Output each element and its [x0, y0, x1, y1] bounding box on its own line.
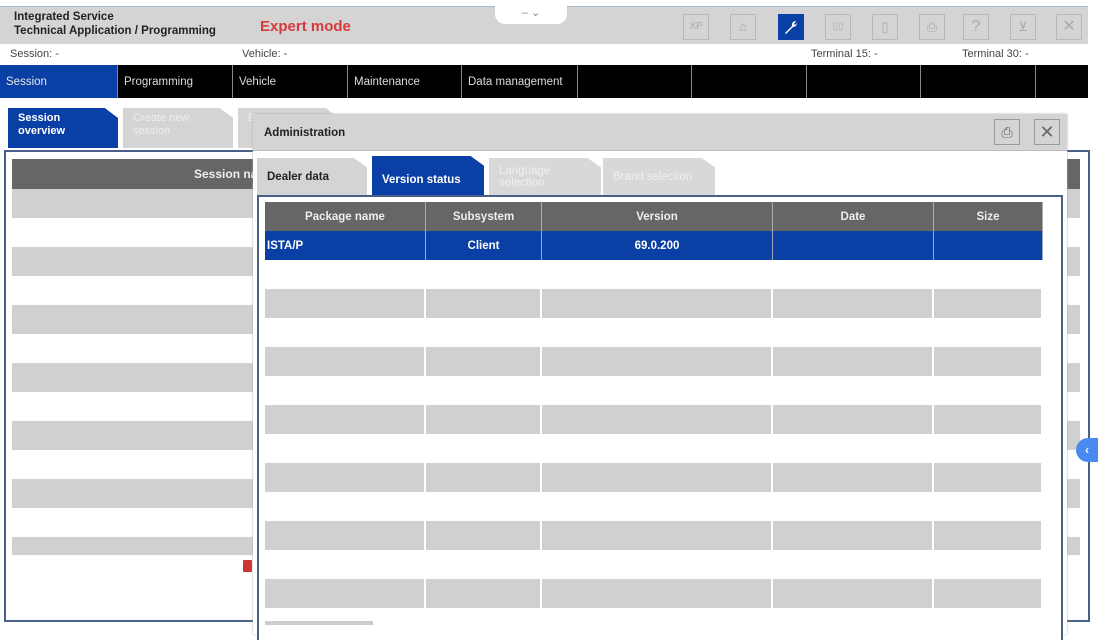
help-icon[interactable]: ?	[963, 14, 989, 40]
dialog-title-bar: Administration ⎙ ✕	[253, 114, 1067, 151]
column-header-size[interactable]: Size	[934, 202, 1043, 231]
cell-package-name: ISTA/P	[265, 231, 426, 260]
table-row[interactable]	[265, 550, 1043, 579]
version-status-panel: Package name Subsystem Version Date Size…	[257, 195, 1063, 640]
title-bar: Integrated Service Technical Application…	[0, 6, 1088, 44]
tab-version-status[interactable]: Version status	[372, 156, 484, 195]
cell-size	[934, 231, 1043, 260]
tab-dealer-data[interactable]: Dealer data	[257, 158, 367, 195]
close-icon[interactable]: ✕	[1056, 14, 1082, 40]
nav-empty-3	[807, 65, 921, 98]
tab-create-new-session: Create new session	[123, 108, 233, 148]
nav-session[interactable]: Session	[0, 65, 118, 98]
table-header-row: Package name Subsystem Version Date Size	[265, 202, 1043, 231]
nav-data-management[interactable]: Data management	[462, 65, 578, 98]
table-row[interactable]	[265, 463, 1043, 492]
column-header-version[interactable]: Version	[542, 202, 773, 231]
administration-dialog: Administration ⎙ ✕ Dealer data Version s…	[253, 114, 1067, 640]
terminal30-status: Terminal 30: -	[962, 48, 1029, 60]
tab-language-selection: Language selection	[489, 158, 601, 195]
cell-subsystem: Client	[426, 231, 542, 260]
app-title-line1: Integrated Service	[14, 11, 114, 23]
home-icon[interactable]: ⌂	[730, 14, 756, 40]
nav-programming[interactable]: Programming	[118, 65, 233, 98]
table-row[interactable]	[265, 434, 1043, 463]
table-row[interactable]	[265, 492, 1043, 521]
print-icon[interactable]: ⎙	[994, 119, 1020, 145]
table-row[interactable]	[265, 318, 1043, 347]
nav-maintenance[interactable]: Maintenance	[348, 65, 462, 98]
table-row[interactable]	[265, 260, 1043, 289]
delete-icon[interactable]	[243, 560, 252, 572]
table-row[interactable]	[265, 289, 1043, 318]
column-header-package-name[interactable]: Package name	[265, 202, 426, 231]
window-collapse-button[interactable]: – ⌄	[495, 6, 567, 24]
battery-icon[interactable]: ▯	[872, 14, 898, 40]
dialog-title: Administration	[264, 127, 346, 139]
wrench-icon[interactable]	[778, 14, 804, 40]
table-row[interactable]	[265, 376, 1043, 405]
print-icon[interactable]: ⎙	[919, 14, 945, 40]
horizontal-scrollbar[interactable]	[265, 621, 373, 625]
main-navigation: Session Programming Vehicle Maintenance …	[0, 65, 1088, 98]
column-header-subsystem[interactable]: Subsystem	[426, 202, 542, 231]
version-table: Package name Subsystem Version Date Size…	[265, 202, 1043, 608]
nav-empty-1	[578, 65, 692, 98]
table-row[interactable]: ISTA/P Client 69.0.200	[265, 231, 1043, 260]
status-info-bar: Session: - Vehicle: - Terminal 15: - Ter…	[0, 45, 1103, 65]
table-row[interactable]	[265, 347, 1043, 376]
vehicle-status: Vehicle: -	[242, 48, 288, 60]
table-row[interactable]	[265, 579, 1043, 608]
tab-brand-selection: Brand selection	[603, 158, 715, 195]
app-title: Integrated Service Technical Application…	[14, 10, 216, 38]
close-icon[interactable]: ✕	[1034, 119, 1060, 145]
xp-icon[interactable]: XP	[683, 14, 709, 40]
session-status: Session: -	[10, 48, 59, 60]
cell-version: 69.0.200	[542, 231, 773, 260]
expert-mode-label: Expert mode	[260, 18, 351, 35]
table-row[interactable]	[265, 405, 1043, 434]
split-view-icon[interactable]: ▯▯	[825, 14, 851, 40]
nav-empty-4	[921, 65, 1036, 98]
tab-session-overview[interactable]: Session overview	[8, 108, 118, 148]
table-row[interactable]	[265, 521, 1043, 550]
minimize-window-icon[interactable]: ⊻	[1010, 14, 1036, 40]
cell-date	[773, 231, 934, 260]
column-header-date[interactable]: Date	[773, 202, 934, 231]
nav-empty-5	[1036, 65, 1088, 98]
terminal15-status: Terminal 15: -	[811, 48, 878, 60]
app-title-line2: Technical Application / Programming	[14, 25, 216, 37]
nav-empty-2	[692, 65, 807, 98]
nav-vehicle[interactable]: Vehicle	[233, 65, 348, 98]
side-panel-toggle-icon[interactable]: ‹	[1076, 438, 1098, 462]
